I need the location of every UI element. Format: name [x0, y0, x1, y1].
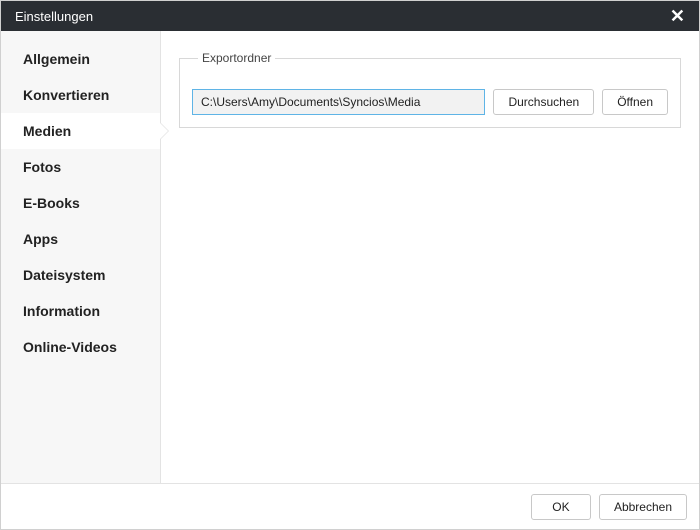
sidebar-item-online-videos[interactable]: Online-Videos	[1, 329, 160, 365]
sidebar-item-label: Online-Videos	[23, 339, 117, 355]
window-title: Einstellungen	[15, 9, 666, 24]
sidebar-item-label: Dateisystem	[23, 267, 106, 283]
sidebar-item-label: Konvertieren	[23, 87, 109, 103]
sidebar-item-label: Information	[23, 303, 100, 319]
sidebar-item-label: Apps	[23, 231, 58, 247]
open-button[interactable]: Öffnen	[602, 89, 668, 115]
browse-button[interactable]: Durchsuchen	[493, 89, 594, 115]
sidebar-item-medien[interactable]: Medien	[1, 113, 160, 149]
sidebar-item-dateisystem[interactable]: Dateisystem	[1, 257, 160, 293]
ok-button[interactable]: OK	[531, 494, 591, 520]
sidebar-item-label: Medien	[23, 123, 71, 139]
export-folder-group: Exportordner Durchsuchen Öffnen	[179, 51, 681, 128]
content-area: Exportordner Durchsuchen Öffnen	[161, 31, 699, 483]
sidebar-item-apps[interactable]: Apps	[1, 221, 160, 257]
sidebar-item-label: E-Books	[23, 195, 80, 211]
sidebar-item-information[interactable]: Information	[1, 293, 160, 329]
export-folder-row: Durchsuchen Öffnen	[192, 89, 668, 115]
sidebar: Allgemein Konvertieren Medien Fotos E-Bo…	[1, 31, 161, 483]
sidebar-item-label: Allgemein	[23, 51, 90, 67]
settings-window: Einstellungen ✕ Allgemein Konvertieren M…	[0, 0, 700, 530]
sidebar-item-label: Fotos	[23, 159, 61, 175]
sidebar-item-allgemein[interactable]: Allgemein	[1, 41, 160, 77]
sidebar-item-konvertieren[interactable]: Konvertieren	[1, 77, 160, 113]
dialog-body: Allgemein Konvertieren Medien Fotos E-Bo…	[1, 31, 699, 483]
sidebar-item-fotos[interactable]: Fotos	[1, 149, 160, 185]
dialog-footer: OK Abbrechen	[1, 483, 699, 529]
cancel-button[interactable]: Abbrechen	[599, 494, 687, 520]
titlebar: Einstellungen ✕	[1, 1, 699, 31]
export-path-input[interactable]	[192, 89, 485, 115]
close-icon[interactable]: ✕	[666, 7, 689, 25]
sidebar-item-ebooks[interactable]: E-Books	[1, 185, 160, 221]
export-folder-legend: Exportordner	[198, 51, 275, 65]
